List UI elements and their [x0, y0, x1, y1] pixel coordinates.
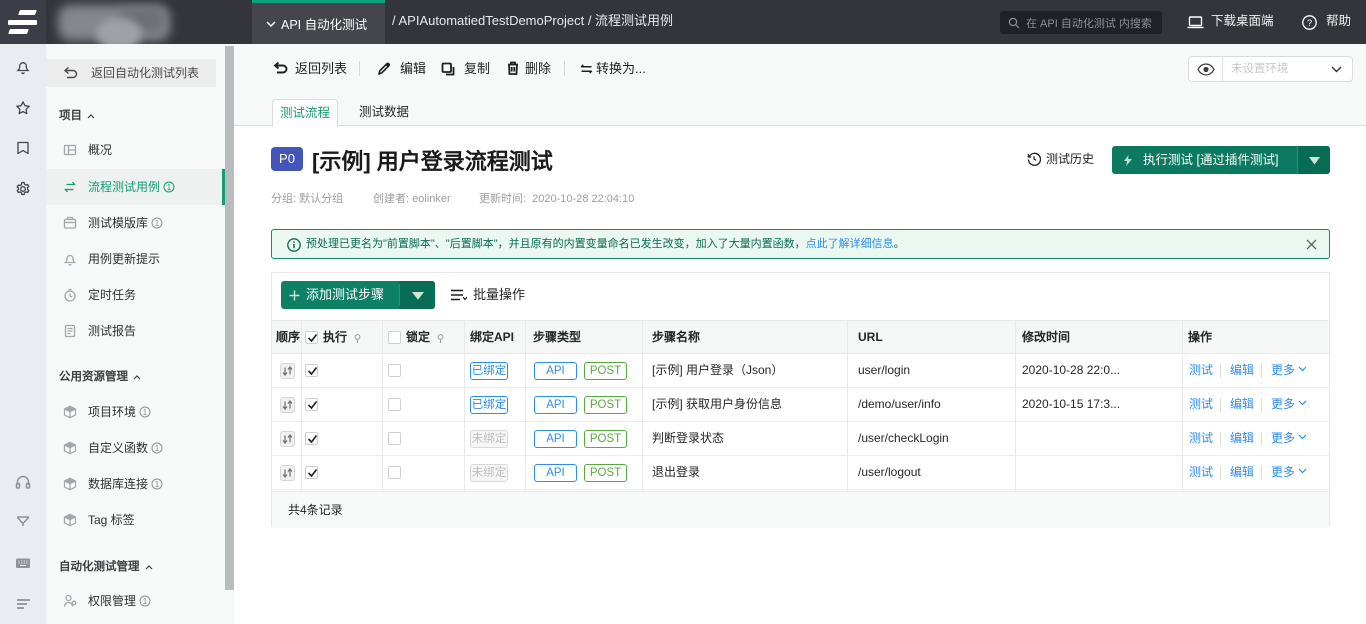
svg-text:1: 1 [155, 480, 160, 489]
svg-text:1: 1 [155, 219, 160, 228]
svg-text:1: 1 [143, 408, 148, 417]
svg-text:1: 1 [167, 183, 172, 192]
svg-text:1: 1 [155, 444, 160, 453]
svg-text:1: 1 [143, 597, 148, 606]
svg-text:?: ? [1307, 18, 1312, 29]
